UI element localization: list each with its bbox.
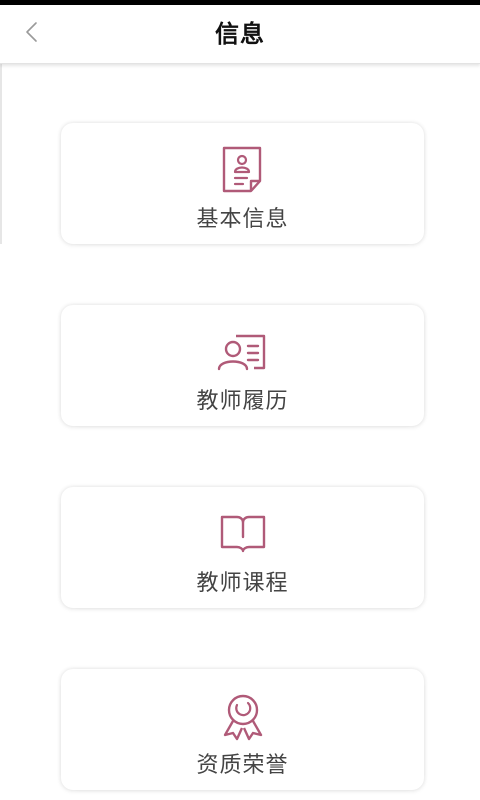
menu-card-label: 教师课程 <box>196 571 289 596</box>
menu-card-label: 教师履历 <box>196 389 289 414</box>
profile-document-icon <box>61 145 424 195</box>
page-title: 信息 <box>215 20 265 48</box>
menu-card-qualifications-honors[interactable]: 资质荣誉 <box>61 669 424 790</box>
menu-card-label: 资质荣誉 <box>196 753 289 778</box>
menu-card-teacher-courses[interactable]: 教师课程 <box>61 487 424 608</box>
resume-icon <box>61 327 424 377</box>
menu-card-label: 基本信息 <box>196 207 289 232</box>
edge-divider <box>0 64 2 244</box>
medal-icon <box>61 691 424 741</box>
header-bar: 信息 <box>0 5 480 64</box>
menu-card-basic-info[interactable]: 基本信息 <box>61 123 424 244</box>
menu-card-teacher-resume[interactable]: 教师履历 <box>61 305 424 426</box>
open-book-icon <box>61 509 424 559</box>
